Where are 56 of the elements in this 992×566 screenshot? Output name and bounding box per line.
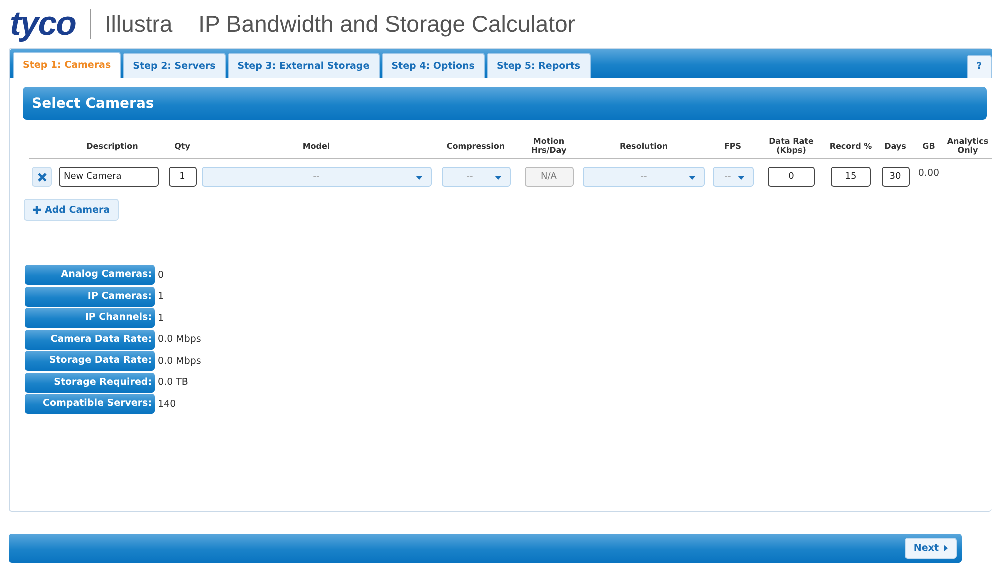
- summary-value: 0.0 TB: [158, 377, 188, 388]
- days-field[interactable]: 30: [882, 167, 910, 187]
- column-header: Analytics Only: [944, 134, 992, 159]
- section-header: Select Cameras: [23, 87, 987, 120]
- plus-icon: [33, 206, 41, 214]
- summary-label: IP Cameras:: [25, 286, 155, 306]
- caret-icon: [494, 176, 502, 180]
- help-button[interactable]: ?: [967, 55, 992, 78]
- next-button[interactable]: Next: [904, 538, 957, 559]
- column-header: Qty: [166, 134, 199, 159]
- column-header: FPS: [708, 134, 758, 159]
- column-header: Compression: [434, 134, 518, 159]
- description-field[interactable]: New Camera: [59, 167, 159, 187]
- summary-value: 0.0 Mbps: [158, 356, 202, 366]
- record-percent-field[interactable]: 15: [831, 167, 871, 187]
- summary-value: 140: [158, 398, 176, 410]
- delete-button[interactable]: [32, 167, 52, 187]
- summary-label: Storage Required:: [25, 372, 155, 392]
- dropdown[interactable]: --: [202, 167, 432, 187]
- summary-value: 1: [158, 312, 164, 324]
- column-header: Data Rate (Kbps): [758, 134, 825, 159]
- column-header: Record %: [825, 134, 877, 159]
- tab[interactable]: Step 5: Reports: [486, 53, 591, 78]
- summary-label: Storage Data Rate:: [25, 351, 155, 371]
- dropdown[interactable]: --: [712, 167, 754, 187]
- summary-value: 0.0 Mbps: [158, 334, 202, 345]
- quantity-field[interactable]: 1: [168, 167, 196, 187]
- column-header: Description: [59, 134, 166, 159]
- tab[interactable]: Step 2: Servers: [123, 53, 226, 78]
- summary-label: Camera Data Rate:: [25, 330, 155, 350]
- dropdown[interactable]: --: [442, 167, 510, 187]
- tab[interactable]: Step 1: Cameras: [13, 52, 122, 78]
- caret-icon: [416, 176, 422, 180]
- brand-logo: tyco: [10, 4, 76, 44]
- app-title: IP Bandwidth and Storage Calculator: [198, 10, 576, 38]
- tab[interactable]: Step 4: Options: [382, 53, 485, 78]
- add-camera-button[interactable]: Add Camera: [24, 199, 120, 221]
- caret-icon: [944, 545, 948, 552]
- column-header: Model: [199, 134, 434, 159]
- tab[interactable]: Step 3: External Storage: [228, 53, 380, 78]
- data-rate-field[interactable]: 0: [768, 167, 815, 187]
- caret-icon: [689, 176, 696, 180]
- column-header: GB: [914, 134, 944, 159]
- column-header: Motion Hrs/Day: [518, 134, 580, 159]
- caret-icon: [738, 176, 744, 180]
- product-name: Illustra: [104, 10, 173, 38]
- column-header: Days: [877, 134, 914, 159]
- summary-value: 1: [158, 291, 164, 302]
- close-icon: [38, 172, 46, 182]
- summary-value: 0: [158, 270, 164, 280]
- summary-label: Compatible Servers:: [25, 394, 155, 414]
- gb-value: 0.00: [918, 168, 940, 179]
- column-header: Resolution: [580, 134, 708, 159]
- summary-label: IP Channels:: [25, 308, 155, 328]
- dropdown[interactable]: --: [583, 167, 705, 187]
- summary-label: Analog Cameras:: [25, 265, 155, 285]
